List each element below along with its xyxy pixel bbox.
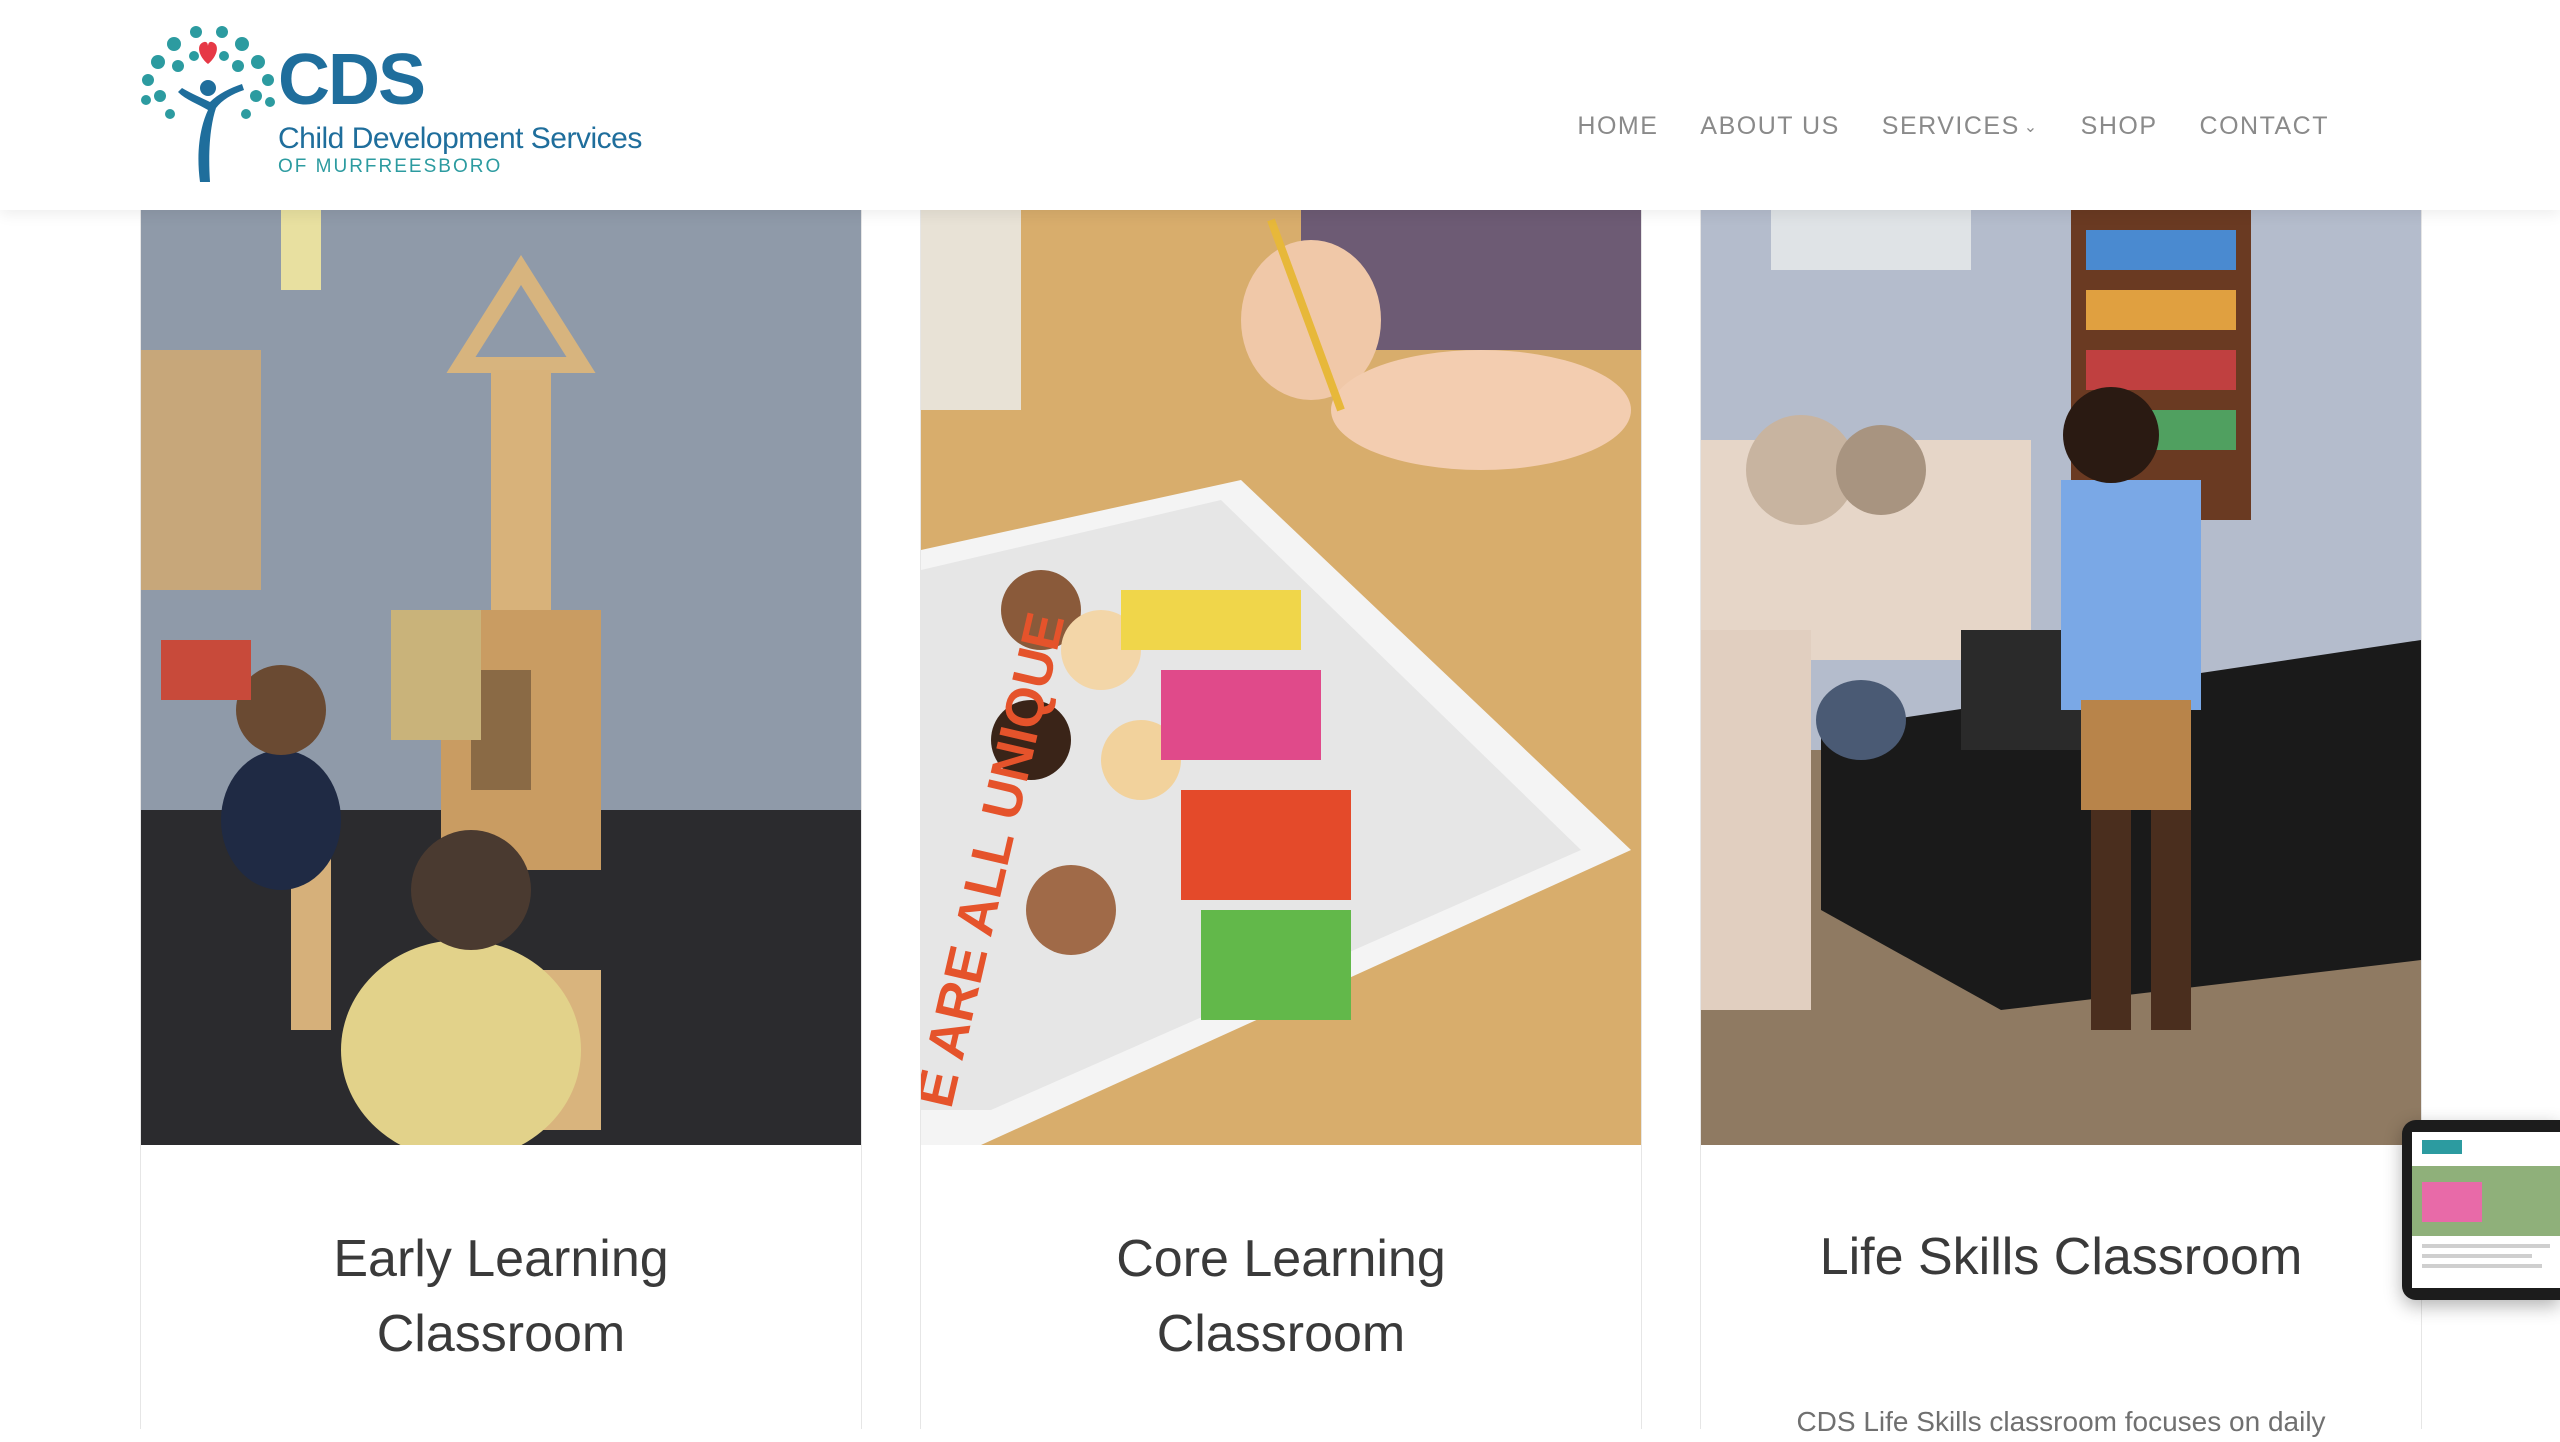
card-core-learning[interactable]: E ARE ALL UNIQUE Core Learning Classroom [920, 210, 1642, 1429]
card-title-line2: Classroom [376, 1305, 626, 1363]
brand-location: OF MURFREESBORO [278, 156, 503, 177]
tree-logo-icon [141, 26, 275, 182]
main-nav: HOME ABOUT US SERVICES ⌄ SHOP CONTACT [1556, 112, 2350, 141]
card-title-line1: Core Learning [1116, 1230, 1446, 1288]
preview-screen [2412, 1132, 2560, 1288]
device-preview-widget[interactable] [2402, 1120, 2560, 1300]
nav-services-label: SERVICES [1881, 112, 2020, 140]
card-title-line2: Classroom [1156, 1305, 1406, 1363]
card-life-skills[interactable]: Life Skills Classroom CDS Life Skills cl… [1700, 210, 2422, 1437]
nav-home[interactable]: HOME [1556, 112, 1679, 141]
nav-shop-label: SHOP [2080, 112, 2158, 140]
early-learning-photo [141, 210, 861, 1145]
card-early-learning[interactable]: Early Learning Classroom [140, 210, 862, 1429]
card-title-line1: Life Skills Classroom [1819, 1228, 2303, 1286]
nav-home-label: HOME [1577, 112, 1659, 140]
nav-about-label: ABOUT US [1700, 112, 1840, 140]
brand-subtitle: Child Development Services [278, 122, 642, 155]
life-skills-photo [1701, 210, 2421, 1145]
chevron-down-icon: ⌄ [2023, 118, 2039, 136]
site-logo[interactable]: CDS Child Development Services OF MURFRE… [138, 22, 642, 187]
card-title-line1: Early Learning [333, 1230, 669, 1288]
nav-about-us[interactable]: ABOUT US [1679, 112, 1860, 141]
nav-shop[interactable]: SHOP [2060, 112, 2179, 141]
site-header: CDS Child Development Services OF MURFRE… [0, 0, 2560, 210]
nav-services[interactable]: SERVICES ⌄ [1861, 112, 2060, 141]
nav-contact[interactable]: CONTACT [2179, 112, 2350, 141]
card-title: Early Learning Classroom [141, 1222, 861, 1372]
card-description: CDS Life Skills classroom focuses on dai… [1796, 1406, 2326, 1437]
nav-contact-label: CONTACT [2199, 112, 2329, 140]
card-title: Core Learning Classroom [921, 1222, 1641, 1372]
card-title: Life Skills Classroom [1701, 1220, 2421, 1295]
brand-name: CDS [278, 40, 426, 120]
core-learning-photo: E ARE ALL UNIQUE [921, 210, 1641, 1145]
